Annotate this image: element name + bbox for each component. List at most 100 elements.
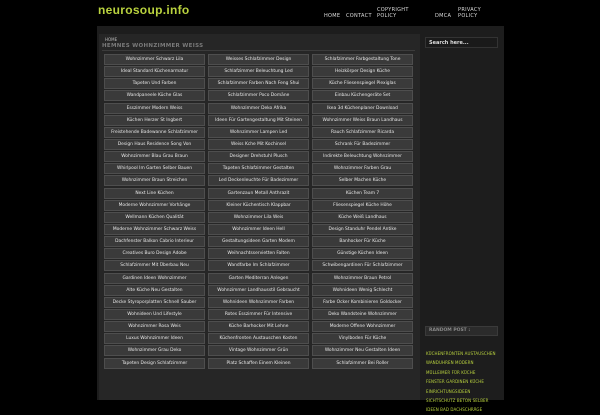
tag-link[interactable]: Designer Drehstuhl Plusch [208, 151, 309, 163]
nav-copyright-policy[interactable]: COPYRIGHT POLICY [377, 7, 409, 19]
tag-link[interactable]: Vinylboden Für Küche [312, 333, 413, 345]
tag-link[interactable]: Platz Schaffen Einem Kleinen [208, 357, 309, 369]
section-title: HEMNES WOHNZIMMER WEIß [102, 43, 204, 49]
tag-link[interactable]: Küche Barhocker Mit Lehne [208, 321, 309, 333]
tag-link[interactable]: Tapeten Schlafzimmer Gestalten [208, 163, 309, 175]
tag-link[interactable]: Moderne Wohnzimmer Schwarz Weiss [104, 223, 205, 235]
tag-link[interactable]: Design Haus Residence Song Von [104, 138, 205, 150]
tag-link[interactable]: Wohnzimmer Weiss Braun Landhaus [312, 114, 413, 126]
tag-link[interactable]: Gestaltungsideen Garten Modern [208, 236, 309, 248]
tag-link[interactable]: Vintage Wohnzimmer Grün [208, 345, 309, 357]
nav-dmca[interactable]: DMCA [435, 13, 451, 19]
tag-link[interactable]: Wohnzimmer Schwarz Lila [104, 54, 205, 65]
tag-link[interactable]: Schlafzimmer Farbgestaltung Tone [312, 54, 413, 65]
tag-link[interactable]: Schwibengardinen Für Schlafzimmer [312, 260, 413, 272]
tag-link[interactable]: Wohnzimmer Braun Petrol [312, 272, 413, 284]
random-post-header: RANDOM POST : [425, 326, 498, 336]
tag-link[interactable]: Creatives Buro Design Adobe [104, 248, 205, 260]
nav-contact[interactable]: CONTACT [346, 13, 372, 19]
tag-link[interactable]: Decke Styroporplatten Schnell Sauber [104, 296, 205, 308]
tag-link[interactable]: Wandfarbe Im Schlafzimmer [208, 260, 309, 272]
tag-link[interactable]: Tapeten Design Schlafzimmer [104, 357, 205, 369]
tag-link[interactable]: Wohnideen Wenig Schlecht [312, 284, 413, 296]
tag-link[interactable]: Weisses Schlafzimmer Design [208, 54, 309, 65]
tag-link[interactable]: Wohnzimmer Deko Afrika [208, 102, 309, 114]
tag-link[interactable]: Design Standuhr Pendel Antike [312, 223, 413, 235]
tag-link[interactable]: Luxus Wohnzimmer Ideen [104, 333, 205, 345]
tag-link[interactable]: Wohnzimmer Ideen Hell [208, 223, 309, 235]
tag-link[interactable]: Rauch Schlafzimmer Ricarda [312, 126, 413, 138]
tag-link[interactable]: Wohnzimmer Farben Grau [312, 163, 413, 175]
tag-link[interactable]: Gartenzaun Metall Anthrazit [208, 187, 309, 199]
tag-link[interactable]: Schlafzimmer Poco Domäne [208, 90, 309, 102]
top-navigation: HOME CONTACT COPYRIGHT POLICY DMCA PRIVA… [318, 6, 518, 28]
tag-link[interactable]: Garten Mediterran Anlegen [208, 272, 309, 284]
tag-link[interactable]: Schlafzimmer Beleuchtung Led [208, 66, 309, 78]
search-input[interactable] [425, 37, 498, 48]
list-item: FENSTER GARDINEN KÜCHE [426, 368, 496, 384]
tag-link[interactable]: Küche Fliesenspiegel Plexiglas [312, 78, 413, 90]
tag-link[interactable]: Küchen Team 7 [312, 187, 413, 199]
tag-link[interactable]: Schrank Für Badezimmer [312, 138, 413, 150]
tag-link[interactable]: Alte Küche Neu Gestalten [104, 284, 205, 296]
tag-link[interactable]: Ideal Standard Küchenarmatur [104, 66, 205, 78]
tag-link[interactable]: Kleiner Küchentisch Klappbar [208, 199, 309, 211]
list-item: KÜCHENFRONTEN AUSTAUSCHEN [426, 340, 496, 356]
tag-link[interactable]: Schlafzimmer Farben Nach Feng Shui [208, 78, 309, 90]
tag-link[interactable]: Weiss Kche Mit Kochinsel [208, 138, 309, 150]
title-divider [102, 50, 415, 51]
tag-link[interactable]: Wohnzimmer Blau Grau Braun [104, 151, 205, 163]
breadcrumb[interactable]: HOME [105, 37, 117, 42]
tag-link[interactable]: Led Deckenleuchte Für Badezimmer [208, 175, 309, 187]
list-item: EINRICHTUNGSIDEEN [426, 378, 496, 394]
tag-grid: Wohnzimmer Schwarz Lila Weisses Schlafzim… [104, 54, 414, 369]
tag-link[interactable]: Schlafzimmer Mit Überbau Neu [104, 260, 205, 272]
random-post-list: KÜCHENFRONTEN AUSTAUSCHEN WANDUHREN MODER… [426, 340, 496, 412]
list-item: MÜLLEIMER FÜR KÜCHE [426, 359, 496, 375]
list-item: SICHTSCHUTZ BETON SELBER [426, 387, 496, 403]
tag-link[interactable]: Wellmann Küchen Qualität [104, 211, 205, 223]
tag-link[interactable]: Wohnzimmer Neu Gestalten Ideen [312, 345, 413, 357]
tag-link[interactable]: Deko Wandsteine Wohnzimmer [312, 308, 413, 320]
tag-link[interactable]: Wandpaneele Küche Glas [104, 90, 205, 102]
tag-link[interactable]: Farbe Ocker Kombinieren Goldocker [312, 296, 413, 308]
sidebar: RANDOM POST : KÜCHENFRONTEN AUSTAUSCHENW… [424, 34, 504, 412]
page-wrapper: HOME HEMNES WOHNZIMMER WEIß Wohnzimmer S… [97, 26, 504, 412]
tag-link[interactable]: Küche Weiß Landhaus [312, 211, 413, 223]
site-title[interactable]: neurosoup.info [98, 3, 190, 17]
tag-link[interactable]: Moderne Wohnzimmer Vorhänge [104, 199, 205, 211]
tag-link[interactable]: Einbau Küchengeräte Set [312, 90, 413, 102]
tag-link[interactable]: Tapeten Und Farben [104, 78, 205, 90]
tag-link[interactable]: Günstige Küchen Ideen [312, 248, 413, 260]
tag-link[interactable]: Indirekte Beleuchtung Wohnzimmer [312, 151, 413, 163]
tag-link[interactable]: Wohnzimmer Lampen Led [208, 126, 309, 138]
tag-link[interactable]: Heizkörper Design Küche [312, 66, 413, 78]
tag-link[interactable]: Fliesenspiegel Küche Höhe [312, 199, 413, 211]
nav-home[interactable]: HOME [324, 13, 340, 19]
tag-link[interactable]: Wohnideen Und Lifestyle [104, 308, 205, 320]
tag-link[interactable]: Weihnachtsservietten Falten [208, 248, 309, 260]
tag-link[interactable]: Wohnideen Wohnzimmer Farben [208, 296, 309, 308]
tag-link[interactable]: Schlafzimmer Bei Roller [312, 357, 413, 369]
tag-link[interactable]: Küchen Herzer St Ingbert [104, 114, 205, 126]
tag-link[interactable]: Wohnzimmer Braun Streichen [104, 175, 205, 187]
tag-link[interactable]: Whirlpool Im Garten Selber Bauen [104, 163, 205, 175]
tag-link[interactable]: Banhocker Für Küche [312, 236, 413, 248]
tag-link[interactable]: Esszimmer Modern Weiss [104, 102, 205, 114]
tag-link[interactable]: Küchenfronten Austauschen Kosten [208, 333, 309, 345]
tag-link[interactable]: Wohnzimmer Grau Deko [104, 345, 205, 357]
tag-link[interactable]: Ikea 3d Küchenplaner Download [312, 102, 413, 114]
tag-link[interactable]: Rotes Esszimmer Für Intensive [208, 308, 309, 320]
tag-link[interactable]: Moderne Offene Wohnzimmer [312, 321, 413, 333]
tag-link[interactable]: Ideen Für Gartengestaltung Mit Steinen [208, 114, 309, 126]
tag-link[interactable]: Selber Machen Küche [312, 175, 413, 187]
tag-link[interactable]: Wohnzimmer Landhausstil Gebraucht [208, 284, 309, 296]
random-post-link[interactable]: IDEEN BAD DACHSCHRÄGE [426, 407, 482, 412]
nav-privacy-policy[interactable]: PRIVACY POLICY [458, 7, 481, 19]
tag-link[interactable]: Wohnzimmer Lila Weis [208, 211, 309, 223]
tag-link[interactable]: Freistehende Badewanne Schlafzimmer [104, 126, 205, 138]
tag-link[interactable]: Next Line Küchen [104, 187, 205, 199]
tag-link[interactable]: Dachfenster Balkon Cabrio Interieur [104, 236, 205, 248]
tag-link[interactable]: Gardinen Ideen Wohnzimmer [104, 272, 205, 284]
tag-link[interactable]: Wohnzimmer Rosa Weis [104, 321, 205, 333]
